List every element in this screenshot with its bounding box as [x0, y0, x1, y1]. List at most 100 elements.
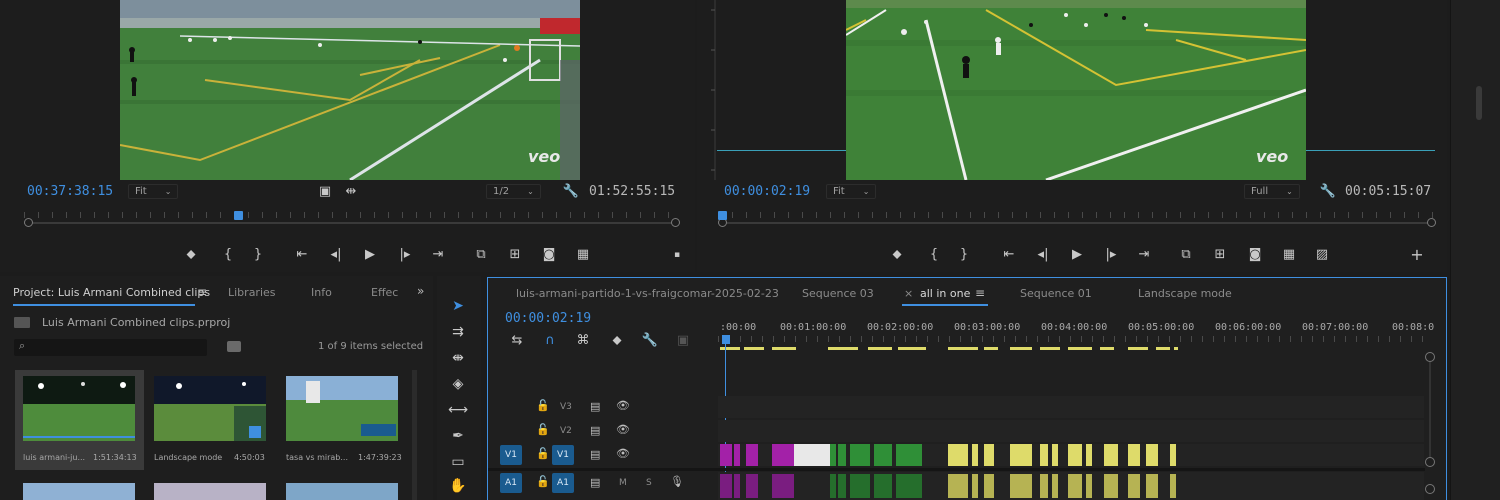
extract-icon[interactable]: ⊞ [1209, 247, 1231, 263]
solo-button[interactable]: S [646, 478, 652, 488]
program-resolution-dropdown[interactable]: Full ⌄ [1244, 184, 1300, 199]
project-clip-item[interactable]: luis armani-ju... 1:51:34:13 [15, 370, 144, 470]
track-target-v1[interactable]: V1 [552, 445, 574, 465]
lock-icon[interactable]: 🔓 [536, 475, 550, 488]
lock-icon[interactable]: 🔓 [536, 399, 550, 412]
scroll-handle-bottom[interactable] [1425, 457, 1435, 467]
track-select-tool-icon[interactable]: ⇉ [447, 324, 469, 342]
sync-lock-icon[interactable]: ▤ [590, 476, 600, 489]
clip-thumbnail[interactable] [286, 483, 398, 500]
camera-icon[interactable]: ◙ [538, 247, 560, 263]
mark-in-icon[interactable]: { [923, 247, 945, 263]
program-zoom-dropdown[interactable]: Fit ⌄ [826, 184, 877, 199]
tab-sequence-luis[interactable]: luis-armani-partido-1-vs-fraigcomar-2025… [516, 287, 779, 300]
scroll-handle-audio[interactable] [1425, 484, 1435, 494]
close-tab-icon[interactable]: × [904, 287, 913, 300]
hand-tool-icon[interactable]: ✋ [447, 478, 469, 496]
project-scrollbar[interactable] [412, 370, 417, 500]
slip-tool-icon[interactable]: ⟷ [447, 402, 469, 420]
track-area-v2[interactable] [718, 420, 1424, 442]
track-target-a1[interactable]: A1 [552, 473, 574, 493]
hamburger-menu-icon[interactable]: ≡ [975, 286, 985, 300]
source-timecode[interactable]: 00:37:38:15 [27, 184, 113, 199]
lift-icon[interactable]: ⧉ [1175, 247, 1197, 263]
go-to-out-icon[interactable]: ⇥ [427, 247, 449, 263]
source-playhead[interactable] [234, 211, 243, 220]
sync-lock-icon[interactable]: ▤ [590, 424, 600, 437]
source-patch-a1[interactable]: A1 [500, 473, 522, 493]
source-resolution-dropdown[interactable]: 1/2 ⌄ [486, 184, 541, 199]
go-to-in-icon[interactable]: ⇤ [291, 247, 313, 263]
razor-tool-icon[interactable]: ◈ [447, 376, 469, 394]
panel-overflow-icon[interactable]: » [417, 284, 424, 298]
play-icon[interactable]: ▶ [1066, 247, 1088, 263]
wrench-icon[interactable]: 🔧 [560, 184, 582, 200]
sync-lock-icon[interactable]: ▤ [590, 400, 600, 413]
insert-icon[interactable]: ⧉ [470, 247, 492, 263]
track-area-a1[interactable] [718, 472, 1424, 500]
more-icon[interactable]: ▪ [666, 247, 688, 263]
source-zoom-dropdown[interactable]: Fit ⌄ [128, 184, 179, 199]
project-clip-item[interactable]: tasa vs mirab... 1:47:39:23 [278, 370, 407, 470]
clip-thumbnail[interactable] [154, 483, 266, 500]
source-patch-v1[interactable]: V1 [500, 445, 522, 465]
pen-tool-icon[interactable]: ✒ [447, 428, 469, 446]
project-clip-item[interactable]: Landscape mode 4:50:03 [146, 370, 275, 470]
timeline-vertical-scrollbar[interactable] [1429, 362, 1431, 458]
drag-video-icon[interactable]: ⇹ [340, 184, 362, 200]
program-timecode[interactable]: 00:00:02:19 [724, 184, 810, 199]
timeline-ruler-ticks[interactable] [718, 336, 1428, 342]
tab-project[interactable]: Project: Luis Armani Combined clips [13, 286, 210, 299]
marker-icon[interactable]: ⬥ [180, 247, 202, 263]
track-area-v3[interactable] [718, 396, 1424, 418]
lock-icon[interactable]: 🔓 [536, 423, 550, 436]
sync-lock-icon[interactable]: ▤ [590, 448, 600, 461]
tab-landscape-mode[interactable]: Landscape mode [1138, 287, 1232, 300]
compare-icon[interactable]: ▦ [1278, 247, 1300, 263]
add-button-icon[interactable]: + [1406, 247, 1428, 263]
linked-selection-icon[interactable]: ⌘ [572, 333, 594, 349]
captions-icon[interactable]: ▣ [672, 333, 694, 349]
selection-tool-icon[interactable]: ➤ [447, 298, 469, 316]
tab-all-in-one[interactable]: all in one [920, 287, 970, 300]
timeline-playhead-handle[interactable] [722, 335, 730, 344]
tab-libraries[interactable]: Libraries [228, 286, 276, 299]
program-playhead[interactable] [718, 211, 727, 220]
ripple-edit-tool-icon[interactable]: ⇼ [447, 350, 469, 368]
nest-toggle-icon[interactable]: ⇆ [506, 333, 528, 349]
eye-icon[interactable]: 👁 [616, 447, 630, 460]
play-icon[interactable]: ▶ [359, 247, 381, 263]
lock-icon[interactable]: 🔓 [536, 447, 550, 460]
rectangle-tool-icon[interactable]: ▭ [447, 454, 469, 472]
microphone-icon[interactable]: 🎙 [670, 475, 684, 488]
scroll-handle-top[interactable] [1425, 352, 1435, 362]
mark-out-icon[interactable]: } [953, 247, 975, 263]
vr-icon[interactable]: ▨ [1311, 247, 1333, 263]
snap-magnet-icon[interactable]: ∩ [539, 333, 561, 349]
new-bin-icon[interactable] [227, 341, 241, 352]
camera-icon[interactable]: ◙ [1244, 247, 1266, 263]
timeline-timecode[interactable]: 00:00:02:19 [505, 311, 591, 326]
step-forward-icon[interactable]: |▸ [394, 247, 416, 263]
hamburger-menu-icon[interactable]: ≡ [197, 285, 207, 299]
video-audio-divider[interactable] [488, 468, 1425, 471]
mark-in-icon[interactable]: { [217, 247, 239, 263]
wrench-icon[interactable]: 🔧 [639, 333, 661, 349]
marker-icon[interactable]: ⬥ [886, 247, 908, 263]
add-marker-icon[interactable]: ⬥ [606, 333, 628, 349]
tab-effects[interactable]: Effec [371, 286, 398, 299]
track-area-v1[interactable] [718, 444, 1424, 466]
insert-clip-icon[interactable]: ▣ [314, 184, 336, 200]
tab-info[interactable]: Info [311, 286, 332, 299]
source-time-ruler[interactable] [24, 212, 680, 227]
eye-icon[interactable]: 👁 [616, 399, 630, 412]
step-back-icon[interactable]: ◂| [325, 247, 347, 263]
overwrite-icon[interactable]: ⊞ [504, 247, 526, 263]
scrollbar[interactable] [1476, 86, 1482, 120]
program-time-ruler[interactable] [718, 212, 1436, 227]
project-search-input[interactable]: ⌕ [14, 339, 207, 356]
mute-button[interactable]: M [619, 478, 627, 488]
eye-icon[interactable]: 👁 [616, 423, 630, 436]
tab-sequence-01[interactable]: Sequence 01 [1020, 287, 1092, 300]
clip-thumbnail[interactable] [23, 483, 135, 500]
